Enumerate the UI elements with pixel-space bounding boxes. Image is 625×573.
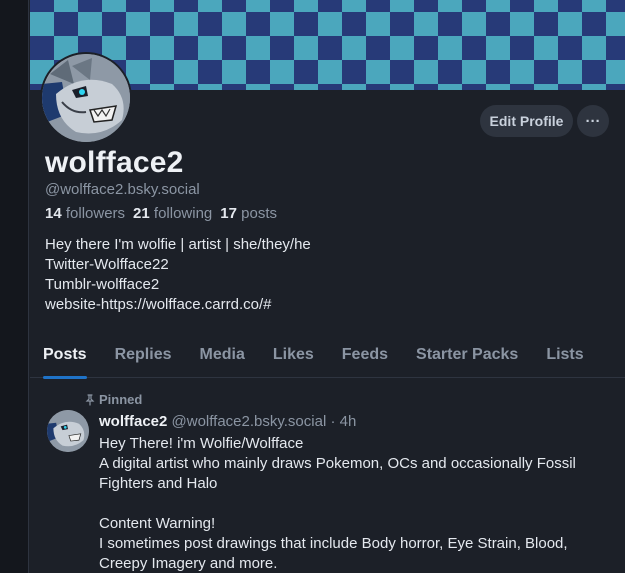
posts-label: posts <box>241 205 277 222</box>
profile-display-name: wolfface2 <box>45 146 184 179</box>
following-count: 21 <box>133 205 150 222</box>
post-line <box>99 494 614 514</box>
tab-feeds[interactable]: Feeds <box>342 332 388 378</box>
post-author-avatar[interactable] <box>47 410 89 452</box>
tab-label: Feeds <box>341 346 389 363</box>
followers-count: 14 <box>45 205 62 222</box>
profile-handle: @wolfface2.bsky.social <box>45 181 200 198</box>
tab-label: Media <box>199 346 245 363</box>
post-line: A digital artist who mainly draws Pokemo… <box>99 455 576 492</box>
tab-lists[interactable]: Lists <box>546 332 583 378</box>
bio-line: Hey there I'm wolfie | artist | she/they… <box>45 236 311 253</box>
posts-stat: 17 posts <box>220 205 277 222</box>
tab-media[interactable]: Media <box>200 332 245 378</box>
profile-page: Edit Profile ··· wolfface2 @wolfface2.bs… <box>0 0 625 573</box>
active-tab-indicator <box>43 376 87 379</box>
tab-label: Posts <box>43 346 87 363</box>
wolf-avatar-art <box>47 410 89 452</box>
tab-label: Lists <box>546 346 584 363</box>
pinned-indicator: Pinned <box>84 392 142 407</box>
more-options-button[interactable]: ··· <box>577 105 609 137</box>
post-line: Content Warning! <box>99 515 216 532</box>
pin-icon <box>85 393 95 406</box>
wolf-avatar-art <box>42 54 130 142</box>
tab-replies[interactable]: Replies <box>115 332 172 378</box>
ellipsis-icon: ··· <box>585 112 601 130</box>
edit-profile-button[interactable]: Edit Profile <box>480 105 573 137</box>
post-line: Hey There! i'm Wolfie/Wolfface <box>99 435 304 452</box>
post-author-handle[interactable]: @wolfface2.bsky.social <box>172 413 327 430</box>
tab-likes[interactable]: Likes <box>273 332 314 378</box>
tab-starter-packs[interactable]: Starter Packs <box>416 332 518 378</box>
following-stat[interactable]: 21 following <box>133 205 212 222</box>
post-timestamp[interactable]: 4h <box>340 413 357 430</box>
followers-label: followers <box>65 205 126 222</box>
following-label: following <box>153 205 213 222</box>
posts-count: 17 <box>220 205 237 222</box>
bio-link[interactable]: website-https://wolfface.carrd.co/# <box>45 295 311 315</box>
post-line: I sometimes post drawings that include B… <box>99 535 568 572</box>
followers-stat[interactable]: 14 followers <box>45 205 125 222</box>
post-separator: · <box>330 413 336 430</box>
bio-line: Tumblr-wolfface2 <box>45 276 160 293</box>
tab-label: Replies <box>114 346 172 363</box>
profile-avatar[interactable] <box>40 52 132 144</box>
profile-bio: Hey there I'm wolfie | artist | she/they… <box>45 235 311 315</box>
left-sidebar-edge <box>0 0 29 573</box>
post-header: wolfface2 @wolfface2.bsky.social · 4h <box>99 413 356 430</box>
post-author-name[interactable]: wolfface2 <box>99 413 167 430</box>
pinned-label: Pinned <box>99 392 143 407</box>
profile-stats: 14 followers 21 following 17 posts <box>45 205 277 222</box>
profile-tabs: Posts Replies Media Likes Feeds Starter … <box>30 332 625 379</box>
tab-posts[interactable]: Posts <box>43 332 87 379</box>
tab-label: Starter Packs <box>416 346 519 363</box>
bio-line: Twitter-Wolfface22 <box>45 256 169 273</box>
post-body[interactable]: Hey There! i'm Wolfie/Wolfface A digital… <box>99 434 614 573</box>
tab-label: Likes <box>272 346 314 363</box>
